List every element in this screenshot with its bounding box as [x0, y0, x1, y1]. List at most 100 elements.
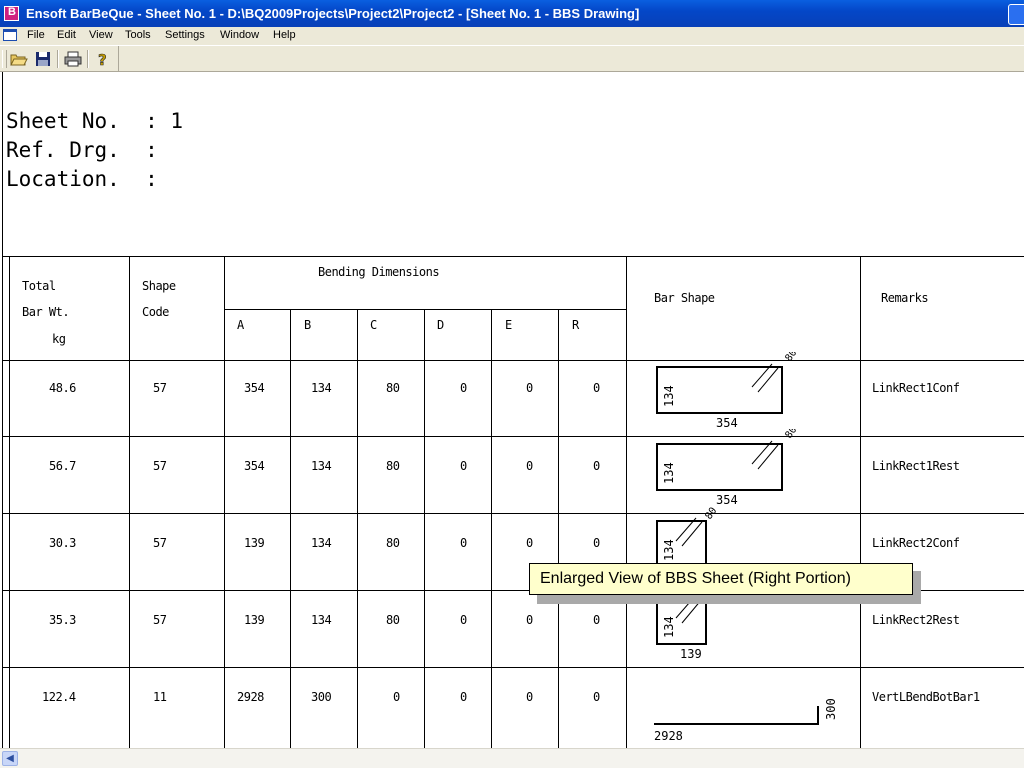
table-line — [224, 256, 225, 748]
header-code: Code — [142, 305, 169, 319]
table-line — [357, 309, 358, 748]
table-line — [424, 309, 425, 748]
bottom-label: 354 — [716, 493, 738, 507]
menu-tools[interactable]: Tools — [125, 29, 151, 41]
menu-view[interactable]: View — [89, 29, 113, 41]
header-dim-d: D — [437, 318, 444, 332]
location-line: Location. : — [6, 167, 158, 191]
toolbar-grip[interactable] — [2, 50, 7, 68]
sheet-no-line: Sheet No. : 1 — [6, 109, 184, 133]
cell-remarks: LinkRect2Conf — [872, 536, 960, 550]
cell-c: 80 — [386, 536, 400, 550]
table-line — [290, 309, 291, 748]
cell-a: 2928 — [237, 690, 264, 704]
cell-d: 0 — [460, 690, 467, 704]
cell-c: 80 — [386, 459, 400, 473]
table-line — [558, 309, 559, 748]
cell-d: 0 — [460, 536, 467, 550]
window-control-button[interactable] — [1008, 4, 1024, 25]
header-dim-e: E — [505, 318, 512, 332]
table-line — [2, 667, 1024, 668]
cell-e: 0 — [526, 459, 533, 473]
table-line — [224, 309, 626, 310]
toolbar: ? — [0, 45, 1024, 72]
cell-code: 57 — [153, 459, 167, 473]
app-icon — [4, 6, 19, 21]
menu-settings[interactable]: Settings — [165, 29, 205, 41]
cell-d: 0 — [460, 613, 467, 627]
cell-wt: 56.7 — [49, 459, 76, 473]
drawing-area[interactable]: Sheet No. : 1 Ref. Drg. : Location. : Tota… — [0, 72, 1024, 748]
cell-remarks: LinkRect2Rest — [872, 613, 960, 627]
cell-a: 139 — [244, 613, 265, 627]
cell-c: 80 — [386, 613, 400, 627]
print-icon[interactable] — [63, 49, 83, 69]
hook-label: 80 — [783, 352, 799, 364]
scroll-left-icon[interactable]: ◀ — [2, 751, 18, 766]
cell-c: 0 — [393, 690, 400, 704]
cell-wt: 48.6 — [49, 381, 76, 395]
cell-b: 300 — [311, 690, 332, 704]
hook-label: 80 — [783, 429, 799, 441]
bottom-label: 139 — [680, 647, 702, 661]
side-label: 300 — [824, 698, 838, 720]
header-total: Total — [22, 279, 56, 293]
save-icon[interactable] — [33, 49, 53, 69]
side-label: 134 — [662, 385, 676, 407]
cell-e: 0 — [526, 613, 533, 627]
table-line — [2, 513, 1024, 514]
side-label: 134 — [662, 616, 676, 638]
table-line — [626, 256, 627, 748]
hook-label: 80 — [703, 506, 719, 522]
table-line — [2, 360, 1024, 361]
cell-code: 11 — [153, 690, 167, 704]
cell-r: 0 — [593, 613, 600, 627]
help-icon[interactable]: ? — [93, 49, 113, 70]
cell-remarks: LinkRect1Rest — [872, 459, 960, 473]
table-line — [9, 256, 10, 748]
header-remarks: Remarks — [881, 291, 929, 305]
title-bar[interactable]: Ensoft BarBeQue - Sheet No. 1 - D:\BQ200… — [0, 0, 1024, 27]
menu-edit[interactable]: Edit — [57, 29, 76, 41]
horizontal-scrollbar[interactable]: ◀ — [0, 748, 1024, 768]
cell-code: 57 — [153, 613, 167, 627]
cell-remarks: LinkRect1Conf — [872, 381, 960, 395]
cell-c: 80 — [386, 381, 400, 395]
toolbar-separator — [57, 50, 59, 68]
header-bar-wt: Bar Wt. — [22, 305, 70, 319]
cell-e: 0 — [526, 381, 533, 395]
header-dim-r: R — [572, 318, 579, 332]
cell-e: 0 — [526, 536, 533, 550]
header-dim-b: B — [304, 318, 311, 332]
open-icon[interactable] — [9, 49, 29, 69]
cell-a: 139 — [244, 536, 265, 550]
header-bending-dimensions: Bending Dimensions — [318, 265, 440, 279]
cell-a: 354 — [244, 459, 265, 473]
side-label: 134 — [662, 462, 676, 484]
cell-code: 57 — [153, 381, 167, 395]
document-icon[interactable] — [3, 29, 17, 41]
cell-b: 134 — [311, 459, 332, 473]
bottom-label: 354 — [716, 416, 738, 430]
cell-wt: 122.4 — [42, 690, 76, 704]
table-line — [2, 256, 1024, 257]
callout-note: Enlarged View of BBS Sheet (Right Portio… — [529, 563, 913, 595]
menu-file[interactable]: File — [27, 29, 45, 41]
cell-r: 0 — [593, 381, 600, 395]
cell-b: 134 — [311, 536, 332, 550]
toolbar-separator — [87, 50, 89, 68]
cell-r: 0 — [593, 690, 600, 704]
toolbar-end — [118, 46, 119, 72]
menu-window[interactable]: Window — [220, 29, 259, 41]
table-line — [491, 309, 492, 748]
cell-d: 0 — [460, 459, 467, 473]
sheet-border — [2, 72, 3, 748]
table-line — [2, 436, 1024, 437]
ref-drg-line: Ref. Drg. : — [6, 138, 158, 162]
header-dim-a: A — [237, 318, 244, 332]
cell-r: 0 — [593, 459, 600, 473]
menu-help[interactable]: Help — [273, 29, 296, 41]
cell-b: 134 — [311, 613, 332, 627]
bottom-label: 2928 — [654, 729, 683, 743]
cell-wt: 30.3 — [49, 536, 76, 550]
